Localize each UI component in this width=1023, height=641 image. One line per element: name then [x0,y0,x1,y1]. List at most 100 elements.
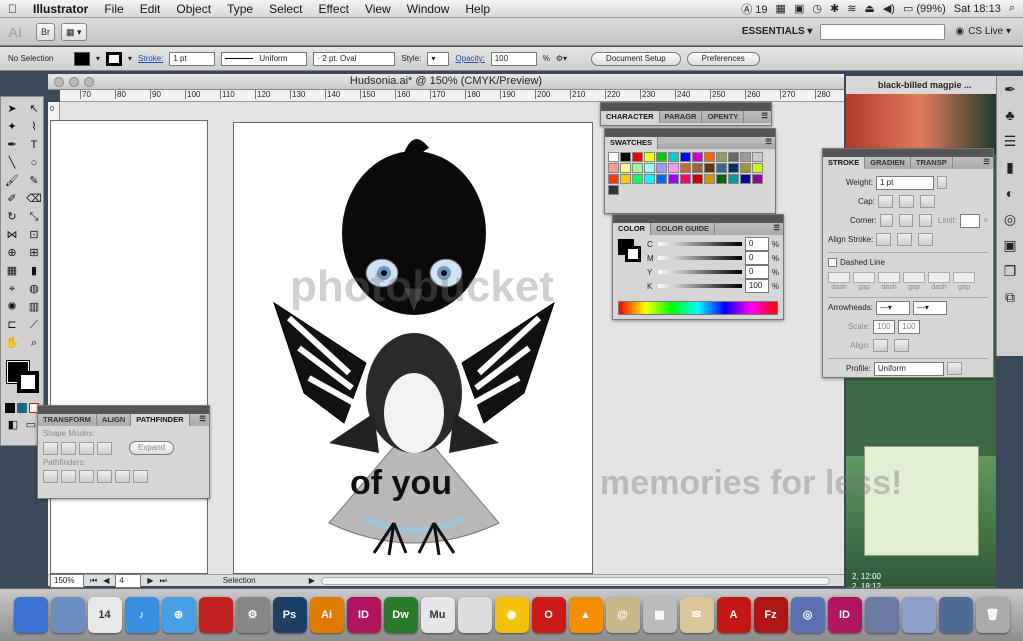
swatch[interactable] [680,163,691,173]
stroke-panel-icon[interactable]: ☰ [997,128,1023,154]
scale-end-field[interactable]: 100 [898,319,921,334]
align-inside-button[interactable] [897,233,913,246]
channel-value-field[interactable]: 0 [744,237,769,251]
swatch[interactable] [656,152,667,162]
panel-menu-icon[interactable]: ☰ [762,137,775,149]
swatch[interactable] [608,185,619,195]
arrow-align-end-button[interactable] [894,339,910,352]
swatch[interactable] [656,174,667,184]
dock-app-icon[interactable]: ◉ [494,597,529,633]
help-search-input[interactable] [820,23,946,40]
menu-window[interactable]: Window [399,2,458,16]
arrange-documents-button[interactable]: ▦ ▾ [61,22,87,41]
clock[interactable]: Sat 18:13 [954,3,1001,15]
width-tool-icon[interactable]: ⋈ [3,227,21,243]
menu-app[interactable]: Illustrator [25,2,96,16]
swatch[interactable] [740,163,751,173]
swatch[interactable] [620,174,631,184]
bevel-join-button[interactable] [918,214,932,227]
swatch[interactable] [608,152,619,162]
panel-header-bar[interactable] [38,406,209,414]
dock-app-icon[interactable]: ✉ [679,597,714,633]
wifi-icon[interactable]: ≋ [847,2,856,15]
adobe-updates-icon[interactable]: Ⓐ 19 [741,1,767,17]
ellipse-tool-icon[interactable]: ○ [25,155,43,171]
symbol-sprayer-tool-icon[interactable]: ✺ [3,299,21,315]
crop-button[interactable] [97,470,112,483]
swatch[interactable] [608,163,619,173]
dash-gap-cell[interactable]: dash [928,272,950,293]
swatch[interactable] [632,163,643,173]
opacity-link[interactable]: Opacity: [455,54,484,63]
slice-tool-icon[interactable]: ⟋ [25,317,43,333]
stroke-swatch[interactable] [106,51,123,66]
stroke-link[interactable]: Stroke: [138,54,163,63]
panel-header-bar[interactable] [823,149,993,157]
round-cap-button[interactable] [898,195,914,208]
artboard-left[interactable] [50,120,208,574]
swatch[interactable] [644,163,655,173]
dock-app-icon[interactable]: O [531,597,566,633]
trim-button[interactable] [61,470,76,483]
limit-field[interactable] [960,213,981,228]
dock-app-icon[interactable]: Ai [309,597,344,633]
paintbrush-tool-icon[interactable]: 🖌 [3,173,21,189]
swatch[interactable] [740,152,751,162]
dock-app-icon[interactable]: ♪ [124,597,159,633]
eraser-tool-icon[interactable]: ⌫ [25,191,43,207]
first-artboard-button[interactable]: ⏮ [90,576,97,586]
minimize-window-button[interactable] [69,77,79,87]
divide-button[interactable] [43,470,58,483]
channel-slider[interactable] [658,270,742,274]
workspace-switcher[interactable]: ESSENTIALS ▾ [742,26,813,37]
swatch[interactable] [632,152,643,162]
tab-stroke[interactable]: STROKE [823,157,866,169]
time-machine-icon[interactable]: ◷ [812,2,822,15]
outline-button[interactable] [115,470,130,483]
dash-gap-field[interactable] [878,272,900,283]
swatch[interactable] [656,163,667,173]
menu-edit[interactable]: Edit [132,2,169,16]
perspective-grid-tool-icon[interactable]: ⊞ [25,245,43,261]
battery-icon[interactable]: ▭ (99%) [903,2,946,15]
selection-tool-icon[interactable]: ➤ [3,101,21,117]
start-arrowhead-select[interactable]: —▾ [875,300,910,315]
gradient-tool-icon[interactable]: ▮ [25,263,43,279]
panel-menu-icon[interactable]: ☰ [758,111,771,123]
channel-slider[interactable] [658,256,742,260]
dock-app-icon[interactable] [457,597,492,633]
butt-cap-button[interactable] [877,195,893,208]
zoom-tool-icon[interactable]: ⌕ [25,335,43,351]
intersect-button[interactable] [79,441,94,455]
blob-brush-tool-icon[interactable]: ✐ [3,191,21,207]
swatch[interactable] [728,174,739,184]
swatch[interactable] [752,174,763,184]
display-icon[interactable]: ▣ [794,2,804,15]
swatch[interactable] [692,174,703,184]
end-arrowhead-select[interactable]: —▾ [912,300,947,315]
miter-join-button[interactable] [879,214,894,227]
channel-value-field[interactable]: 0 [744,265,769,279]
dock-app-icon[interactable]: ⚙ [235,597,270,633]
dash-gap-cell[interactable]: gap [903,272,925,293]
tab-transform[interactable]: TRANSFORM [38,414,97,426]
swatch[interactable] [644,174,655,184]
swatch[interactable] [692,152,703,162]
swatch[interactable] [704,163,715,173]
bluetooth-icon[interactable]: ✱ [830,2,839,15]
zoom-field[interactable]: 150% [50,573,84,588]
dock-app-icon[interactable]: A [716,597,751,633]
status-menu-icon[interactable]: ▶ [309,576,315,585]
tab-gradient[interactable]: GRADIEN [865,157,911,169]
menu-select[interactable]: Select [261,2,310,16]
artboard-tool-icon[interactable]: ⊏ [3,317,21,333]
unite-button[interactable] [43,441,58,455]
align-outside-button[interactable] [918,233,934,246]
artboards-icon[interactable]: ⧉ [997,284,1023,310]
menu-view[interactable]: View [357,2,399,16]
swatch[interactable] [716,152,727,162]
tab-opentype[interactable]: OPENTY [702,111,745,123]
close-window-button[interactable] [54,77,64,87]
dock-app-icon[interactable] [198,597,233,633]
exclude-button[interactable] [97,441,112,455]
